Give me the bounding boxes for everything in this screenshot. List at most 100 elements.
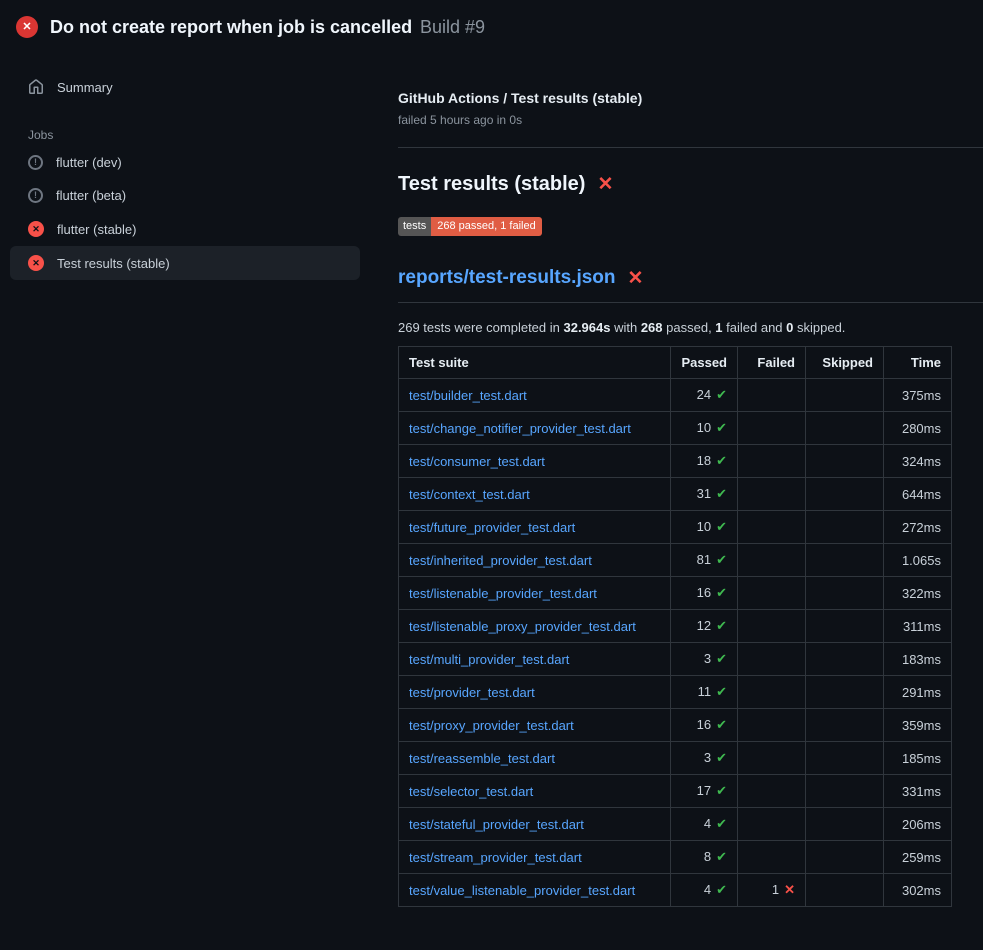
failed-cell — [738, 478, 806, 511]
passed-count: 11 — [698, 684, 712, 699]
pass-check-icon: ✔ — [716, 519, 727, 534]
table-row: test/value_listenable_provider_test.dart… — [399, 874, 952, 907]
suite-link[interactable]: test/proxy_provider_test.dart — [409, 718, 574, 733]
sidebar-item-flutter-dev[interactable]: ! flutter (dev) — [10, 146, 360, 179]
sidebar-item-flutter-stable[interactable]: ✕ flutter (stable) — [10, 212, 360, 246]
suite-cell: test/listenable_provider_test.dart — [399, 577, 671, 610]
suite-link[interactable]: test/value_listenable_provider_test.dart — [409, 883, 635, 898]
header-time: Time — [884, 347, 952, 379]
passed-count: 16 — [697, 585, 711, 600]
time-cell: 322ms — [884, 577, 952, 610]
header-skipped: Skipped — [806, 347, 884, 379]
run-failed-status-icon: ✕ — [16, 16, 38, 38]
passed-count: 4 — [704, 816, 711, 831]
passed-cell: 81✔ — [671, 544, 738, 577]
table-row: test/listenable_proxy_provider_test.dart… — [399, 610, 952, 643]
passed-cell: 12✔ — [671, 610, 738, 643]
suite-cell: test/proxy_provider_test.dart — [399, 709, 671, 742]
pass-check-icon: ✔ — [716, 717, 727, 732]
passed-cell: 3✔ — [671, 742, 738, 775]
badge-label: tests — [398, 217, 431, 236]
suite-link[interactable]: test/reassemble_test.dart — [409, 751, 555, 766]
passed-cell: 16 ✔ — [671, 709, 738, 742]
time-cell: 272ms — [884, 511, 952, 544]
time-cell: 185ms — [884, 742, 952, 775]
suite-cell: test/reassemble_test.dart — [399, 742, 671, 775]
summary-part: with — [610, 320, 640, 335]
jobs-section-label: Jobs — [10, 120, 360, 146]
suite-link[interactable]: test/listenable_provider_test.dart — [409, 586, 597, 601]
failed-cell — [738, 643, 806, 676]
passed-count: 24 — [697, 387, 711, 402]
failed-cell — [738, 709, 806, 742]
suite-link[interactable]: test/future_provider_test.dart — [409, 520, 575, 535]
passed-cell: 11✔ — [671, 676, 738, 709]
suite-cell: test/listenable_proxy_provider_test.dart — [399, 610, 671, 643]
failed-cell — [738, 577, 806, 610]
failed-cell — [738, 775, 806, 808]
summary-passed-count: 268 — [641, 320, 663, 335]
passed-count: 16 — [697, 717, 711, 732]
time-cell: 280ms — [884, 412, 952, 445]
failed-cell — [738, 412, 806, 445]
table-row: test/inherited_provider_test.dart81✔1.06… — [399, 544, 952, 577]
failed-cell — [738, 445, 806, 478]
suite-link[interactable]: test/consumer_test.dart — [409, 454, 545, 469]
failed-cell — [738, 511, 806, 544]
table-row: test/selector_test.dart 17✔ 331ms — [399, 775, 952, 808]
suite-link[interactable]: test/selector_test.dart — [409, 784, 533, 799]
suite-cell: test/future_provider_test.dart — [399, 511, 671, 544]
suite-link[interactable]: test/multi_provider_test.dart — [409, 652, 569, 667]
suite-link[interactable]: test/listenable_proxy_provider_test.dart — [409, 619, 636, 634]
pass-check-icon: ✔ — [716, 387, 727, 402]
summary-duration: 32.964s — [563, 320, 610, 335]
job-label: flutter (dev) — [56, 155, 122, 170]
run-title: Do not create report when job is cancell… — [50, 17, 412, 37]
job-label: Test results (stable) — [57, 256, 170, 271]
section-title: Test results (stable) ✕ — [398, 173, 983, 196]
failed-cell — [738, 544, 806, 577]
suite-link[interactable]: test/change_notifier_provider_test.dart — [409, 421, 631, 436]
skipped-cell — [806, 742, 884, 775]
passed-count: 4 — [704, 882, 711, 897]
sidebar-item-summary[interactable]: Summary — [10, 70, 360, 104]
sidebar-item-flutter-beta[interactable]: ! flutter (beta) — [10, 179, 360, 212]
table-row: test/stateful_provider_test.dart4✔206ms — [399, 808, 952, 841]
time-cell: 311ms — [884, 610, 952, 643]
failed-cell — [738, 841, 806, 874]
suite-cell: test/consumer_test.dart — [399, 445, 671, 478]
suite-link[interactable]: test/context_test.dart — [409, 487, 530, 502]
passed-cell: 4✔ — [671, 808, 738, 841]
sidebar-item-test-results-stable[interactable]: ✕ Test results (stable) — [10, 246, 360, 280]
table-row: test/reassemble_test.dart 3✔ 185ms — [399, 742, 952, 775]
section-fail-x-icon: ✕ — [597, 175, 613, 194]
run-header: ✕ Do not create report when job is cance… — [0, 0, 983, 50]
header-test-suite: Test suite — [399, 347, 671, 379]
passed-cell: 18✔ — [671, 445, 738, 478]
report-title-link[interactable]: reports/test-results.json ✕ — [398, 267, 983, 289]
tests-badge: tests 268 passed, 1 failed — [398, 217, 542, 236]
pass-check-icon: ✔ — [716, 849, 727, 864]
suite-link[interactable]: test/stream_provider_test.dart — [409, 850, 582, 865]
time-cell: 302ms — [884, 874, 952, 907]
badge-value: 268 passed, 1 failed — [431, 217, 541, 236]
suite-link[interactable]: test/stateful_provider_test.dart — [409, 817, 584, 832]
time-cell: 331ms — [884, 775, 952, 808]
suite-cell: test/value_listenable_provider_test.dart — [399, 874, 671, 907]
section-title-text: Test results (stable) — [398, 173, 585, 196]
table-row: test/change_notifier_provider_test.dart 1… — [399, 412, 952, 445]
passed-cell: 17✔ — [671, 775, 738, 808]
passed-count: 3 — [704, 750, 711, 765]
pass-check-icon: ✔ — [716, 585, 727, 600]
suite-link[interactable]: test/provider_test.dart — [409, 685, 535, 700]
skipped-cell — [806, 808, 884, 841]
table-header-row: Test suite Passed Failed Skipped Time — [399, 347, 952, 379]
failed-cell: 1✕ — [738, 874, 806, 907]
suite-link[interactable]: test/builder_test.dart — [409, 388, 527, 403]
passed-count: 3 — [704, 651, 711, 666]
summary-part: 269 tests were completed in — [398, 320, 563, 335]
suite-link[interactable]: test/inherited_provider_test.dart — [409, 553, 592, 568]
failed-cell — [738, 742, 806, 775]
passed-cell: 10✔ — [671, 412, 738, 445]
suite-cell: test/provider_test.dart — [399, 676, 671, 709]
